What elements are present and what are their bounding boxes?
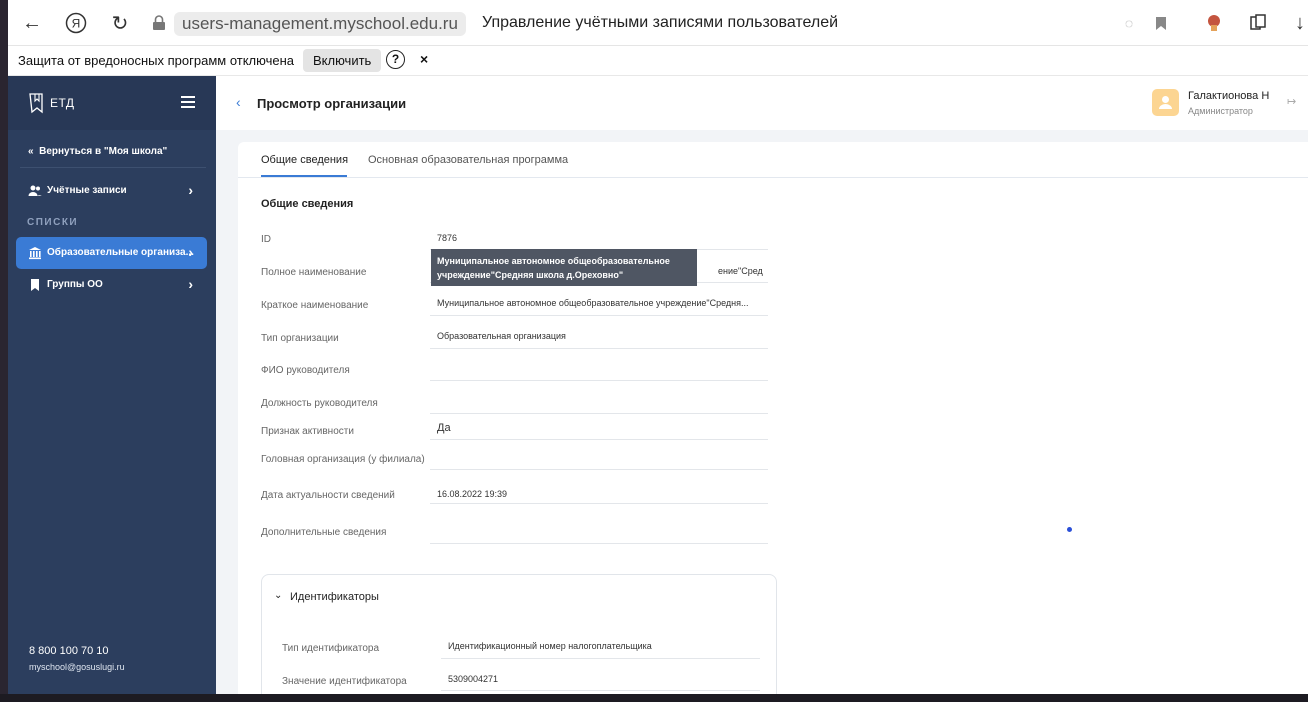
close-icon[interactable]: × <box>420 51 428 67</box>
tooltip-line: учреждение"Средняя школа д.Ореховно" <box>437 270 624 280</box>
field-divider <box>430 543 768 544</box>
yandex-icon[interactable]: Я <box>62 9 90 37</box>
full-name-tooltip: Муниципальное автономное общеобразовател… <box>431 249 697 286</box>
sidebar-item-label: Учётные записи <box>47 185 127 196</box>
loading-dot <box>1067 527 1072 532</box>
sidebar-item-label: Группы ОО <box>47 279 103 290</box>
sidebar: ЕТД « Вернуться в "Моя школа" Учётные за… <box>8 76 216 702</box>
chevron-left-icon[interactable]: ‹ <box>236 94 241 110</box>
bookmark-icon <box>31 279 39 291</box>
bookmark-icon[interactable] <box>1147 9 1175 37</box>
field-label: ID <box>261 234 271 245</box>
user-icon <box>1159 96 1172 109</box>
reload-icon[interactable]: ↻ <box>106 9 134 37</box>
back-to-school-link[interactable]: « Вернуться в "Моя школа" <box>28 146 167 157</box>
field-divider <box>441 690 760 691</box>
field-divider <box>430 380 768 381</box>
support-email[interactable]: myschool@gosuslugi.ru <box>29 662 125 672</box>
field-label: Признак активности <box>261 426 354 437</box>
field-label: Должность руководителя <box>261 398 378 409</box>
browser-toolbar: ← Я ↻ users-management.myschool.edu.ru У… <box>8 0 1308 46</box>
tab-general-info[interactable]: Общие сведения <box>261 154 348 166</box>
menu-icon[interactable] <box>181 96 195 108</box>
etd-logo-icon <box>29 93 43 114</box>
tab-bar: Общие сведения Основная образовательная … <box>238 142 1308 178</box>
chat-icon[interactable]: ◌ <box>1115 9 1143 37</box>
support-phone: 8 800 100 70 10 <box>29 645 109 657</box>
field-value: Муниципальное автономное общеобразовател… <box>437 298 749 308</box>
field-value: 16.08.2022 19:39 <box>437 489 508 499</box>
field-divider <box>441 658 760 659</box>
back-arrow-icon[interactable]: ← <box>18 9 46 37</box>
chevron-right-icon: › <box>188 244 193 260</box>
field-value: Идентификационный номер налогоплательщик… <box>448 641 652 651</box>
sidebar-divider <box>20 167 206 168</box>
sidebar-item-organizations[interactable]: Образовательные организа... › <box>16 237 207 269</box>
enable-button[interactable]: Включить <box>303 49 382 72</box>
identifiers-panel: ⌄ Идентификаторы Тип идентификатора Иден… <box>261 574 777 702</box>
field-divider <box>430 503 768 504</box>
svg-text:Я: Я <box>72 17 81 31</box>
field-value: 7876 <box>437 233 458 243</box>
sidebar-section-label: СПИСКИ <box>27 217 79 228</box>
tooltip-line: Муниципальное автономное общеобразовател… <box>437 256 670 266</box>
field-value: ение"Средня... <box>718 266 763 276</box>
security-notice-bar: Защита от вредоносных программ отключена… <box>8 46 1308 76</box>
field-label: Полное наименование <box>261 267 367 278</box>
field-divider <box>430 315 768 316</box>
double-chevron-left-icon: « <box>28 146 34 157</box>
field-value: Образовательная организация <box>437 331 566 341</box>
help-icon[interactable]: ? <box>386 50 405 69</box>
field-divider <box>430 439 768 440</box>
main-area: ‹ Просмотр организации Галактионова Н Ад… <box>216 76 1308 702</box>
users-icon <box>28 185 42 196</box>
chevron-right-icon: › <box>188 182 193 198</box>
lock-icon[interactable] <box>145 9 173 37</box>
field-value: 5309004271 <box>448 674 499 684</box>
tab-main-program[interactable]: Основная образовательная программа <box>368 154 568 166</box>
sidebar-item-groups[interactable]: Группы ОО › <box>16 269 207 301</box>
notice-text: Защита от вредоносных программ отключена <box>18 53 295 68</box>
field-label: Головная организация (у филиала) <box>261 454 425 465</box>
section-title: Общие сведения <box>261 198 354 210</box>
field-label: Дополнительные сведения <box>261 527 387 538</box>
institution-icon <box>29 247 41 260</box>
page-header: ‹ Просмотр организации Галактионова Н Ад… <box>216 76 1308 130</box>
download-icon[interactable]: ↓ <box>1286 9 1308 37</box>
avatar[interactable] <box>1152 89 1179 116</box>
field-label: Тип идентификатора <box>282 643 380 654</box>
chevron-down-icon[interactable]: ⌄ <box>274 590 282 601</box>
back-link-label: Вернуться в "Моя школа" <box>39 146 168 157</box>
field-value: Да <box>437 422 451 434</box>
identifiers-title[interactable]: Идентификаторы <box>290 591 379 603</box>
extension-icon[interactable] <box>1200 9 1228 37</box>
browser-window: ← Я ↻ users-management.myschool.edu.ru У… <box>8 0 1308 702</box>
field-label: Дата актуальности сведений <box>261 490 395 501</box>
active-tab-indicator <box>261 175 347 177</box>
sidebar-item-accounts[interactable]: Учётные записи › <box>16 175 207 207</box>
page-tab-title: Управление учётными записями пользовател… <box>482 14 839 31</box>
address-bar[interactable]: users-management.myschool.edu.ru <box>174 12 466 36</box>
field-divider <box>430 413 768 414</box>
sidebar-item-label: Образовательные организа... <box>47 247 194 258</box>
sidebar-logo-row: ЕТД <box>8 76 216 130</box>
field-label: Значение идентификатора <box>282 676 407 687</box>
field-divider <box>430 348 768 349</box>
logout-icon[interactable]: ↦ <box>1287 95 1296 108</box>
field-label: Краткое наименование <box>261 300 369 311</box>
organization-card: Общие сведения Основная образовательная … <box>238 142 1308 702</box>
taskbar-strip <box>0 694 1308 702</box>
field-label: Тип организации <box>261 333 339 344</box>
user-name: Галактионова Н <box>1188 90 1270 102</box>
field-divider <box>430 469 768 470</box>
user-role: Администратор <box>1188 106 1253 116</box>
chevron-right-icon: › <box>188 276 193 292</box>
field-label: ФИО руководителя <box>261 365 350 376</box>
collections-icon[interactable] <box>1244 9 1272 37</box>
page-title: Просмотр организации <box>257 96 407 111</box>
logo-text: ЕТД <box>50 96 75 110</box>
